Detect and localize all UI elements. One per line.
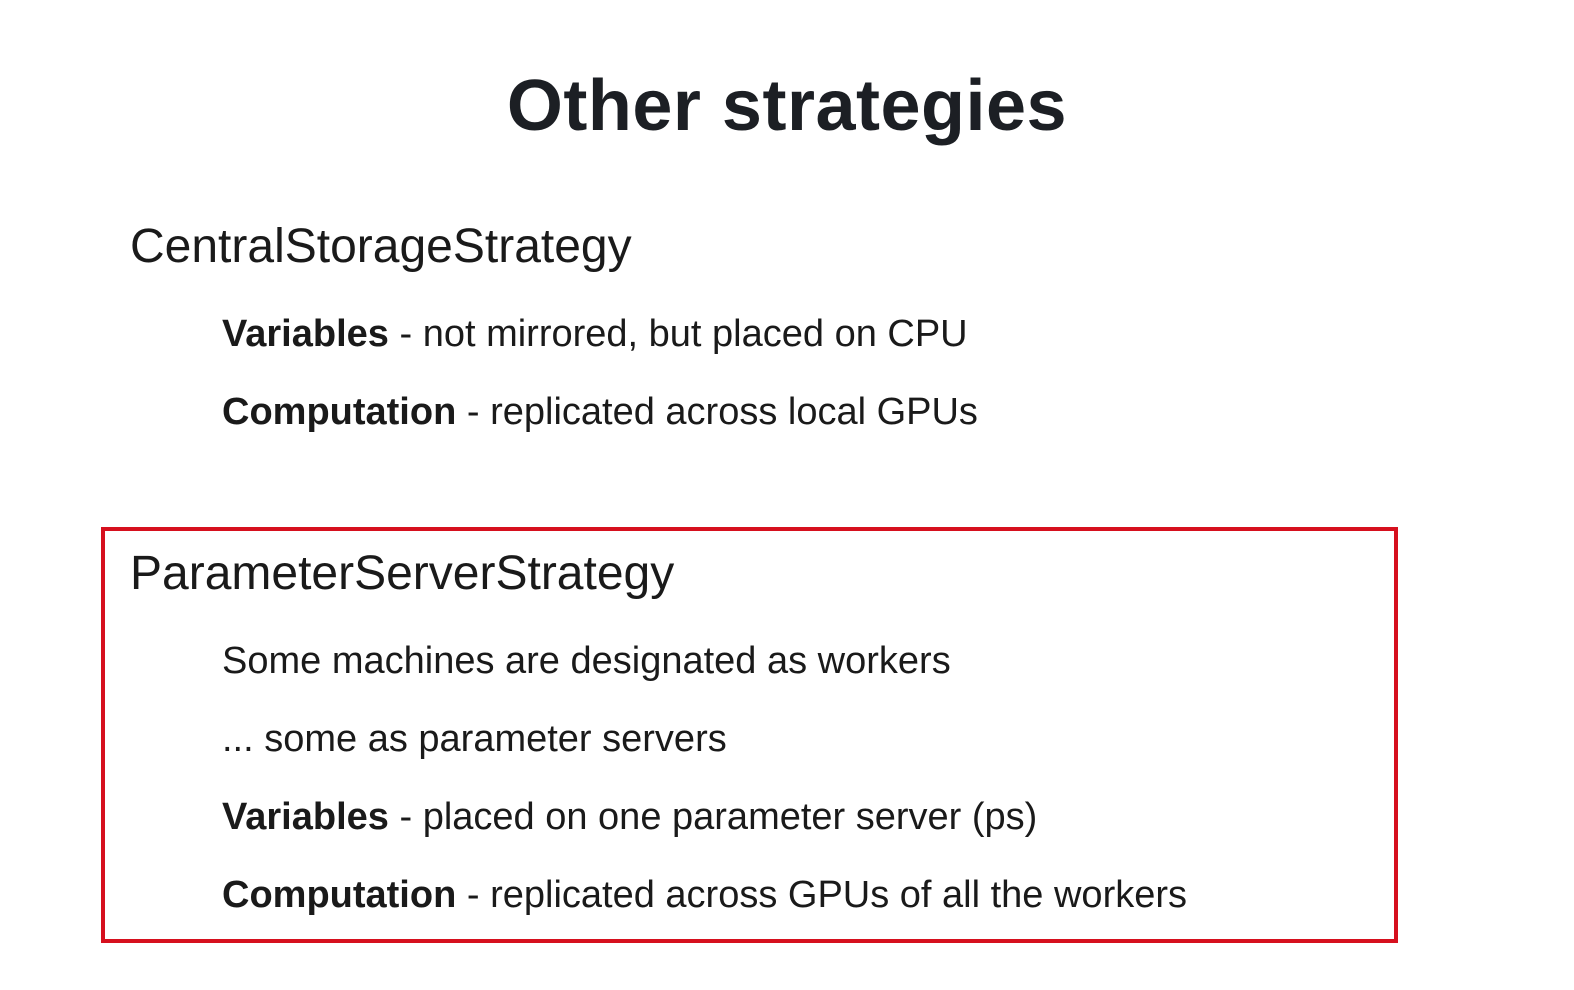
bullet-text: not mirrored, but placed on CPU: [422, 313, 968, 355]
bullet-separator: -: [388, 796, 423, 838]
bullet-ps-variables: Variables - placed on one parameter serv…: [222, 794, 1037, 840]
bullet-separator: -: [456, 391, 491, 433]
bullet-text: placed on one parameter server (ps): [422, 796, 1038, 838]
bullet-separator: -: [388, 313, 423, 355]
bullet-text: replicated across local GPUs: [490, 391, 978, 433]
section-heading-parameter-server: ParameterServerStrategy: [130, 547, 675, 600]
bullet-term: Computation: [222, 391, 457, 433]
bullet-term: Variables: [222, 313, 389, 355]
bullet-term: Variables: [222, 796, 389, 838]
bullet-separator: -: [456, 874, 491, 916]
bullet-ps-workers: Some machines are designated as workers: [222, 638, 951, 684]
bullet-text: replicated across GPUs of all the worker…: [490, 874, 1188, 916]
bullet-ps-computation: Computation - replicated across GPUs of …: [222, 872, 1187, 918]
bullet-term: Computation: [222, 874, 457, 916]
slide: Other strategies CentralStorageStrategy …: [0, 0, 1574, 990]
bullet-central-computation: Computation - replicated across local GP…: [222, 389, 978, 435]
slide-title: Other strategies: [506, 66, 1068, 146]
section-heading-central-storage: CentralStorageStrategy: [130, 220, 632, 273]
bullet-text: ... some as parameter servers: [222, 718, 727, 760]
bullet-ps-servers: ... some as parameter servers: [222, 716, 727, 762]
bullet-central-variables: Variables - not mirrored, but placed on …: [222, 311, 968, 357]
bullet-text: Some machines are designated as workers: [222, 640, 951, 682]
